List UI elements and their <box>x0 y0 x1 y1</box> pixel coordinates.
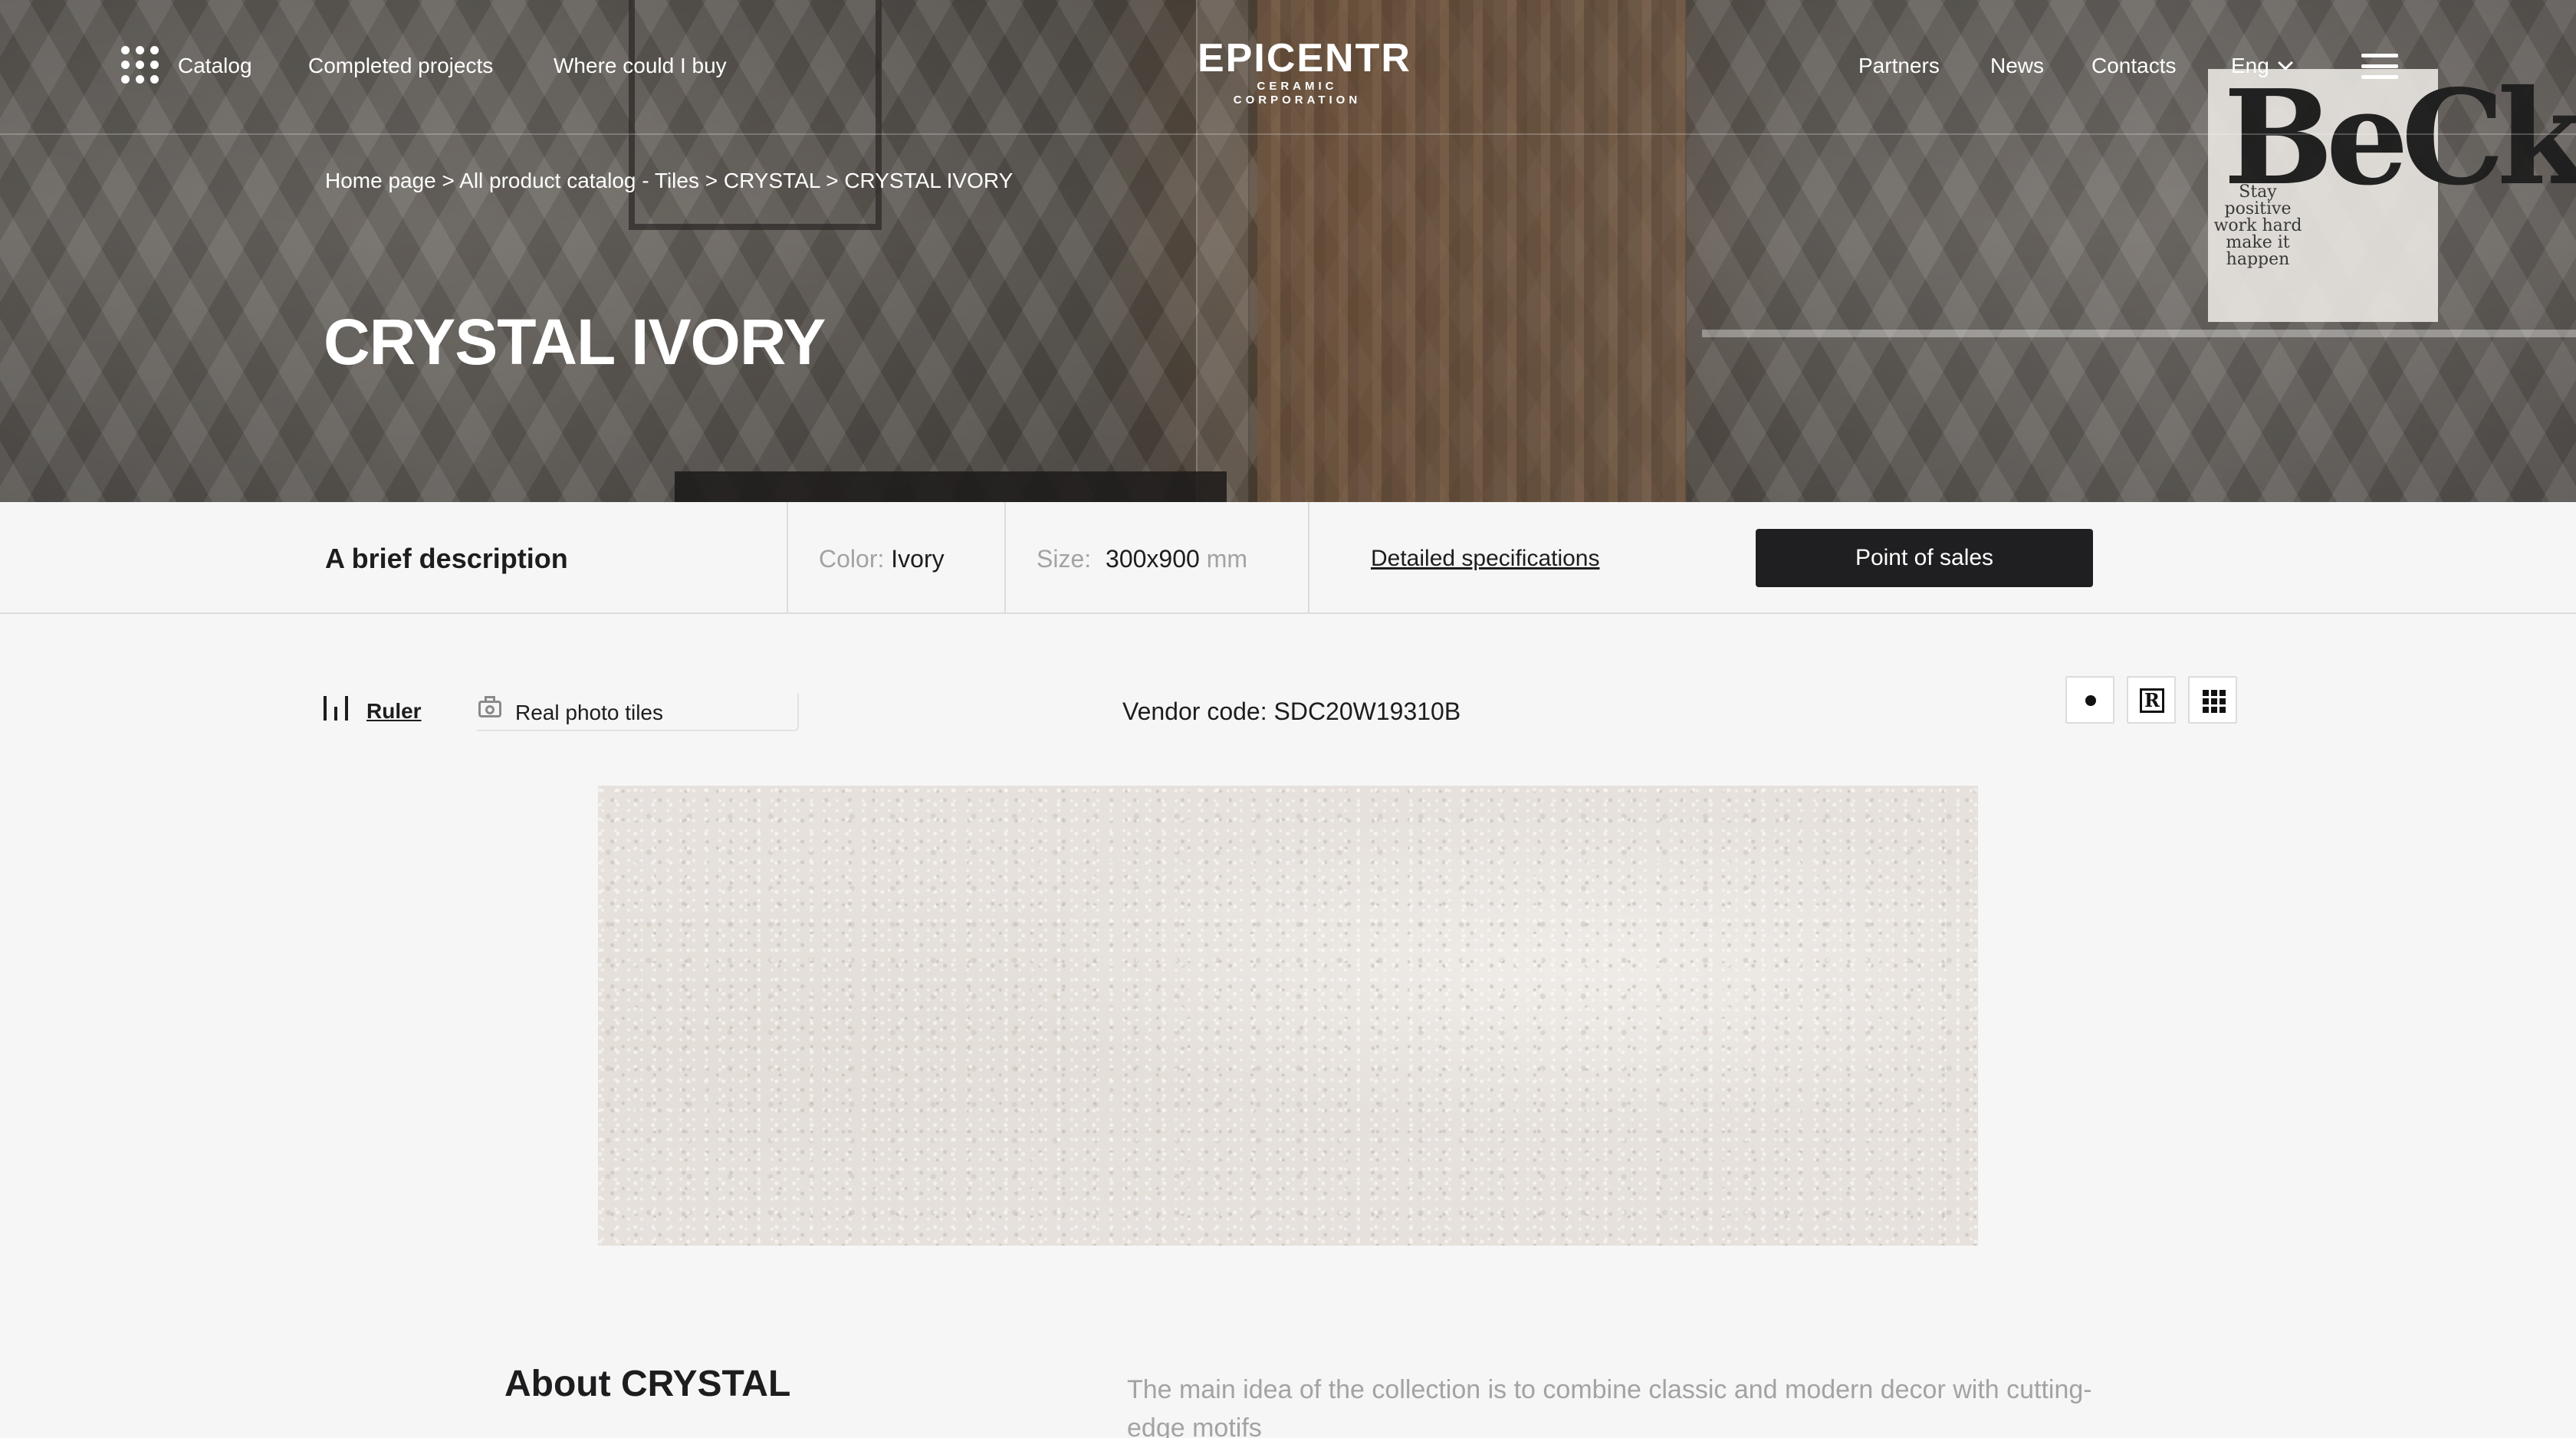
view-single-button[interactable] <box>2065 676 2114 724</box>
info-divider <box>787 502 788 614</box>
tile-image <box>598 786 1978 1246</box>
language-selector[interactable]: Eng <box>2231 51 2293 81</box>
point-of-sales-button[interactable]: Point of sales <box>1756 529 2093 587</box>
hamburger-menu-icon[interactable] <box>2361 54 2398 80</box>
about-text: The main idea of the collection is to co… <box>1127 1375 2092 1438</box>
view-grid-button[interactable] <box>2188 676 2237 724</box>
breadcrumb-separator: > <box>826 169 839 192</box>
color-label: Color: <box>819 545 885 573</box>
nav-news[interactable]: News <box>1990 51 2044 81</box>
ruler-label: Ruler <box>366 699 422 723</box>
info-bar: A brief description Color: Ivory Size: 3… <box>0 502 2576 614</box>
real-photo-label: Real photo tiles <box>515 701 664 724</box>
header-divider <box>0 133 2576 135</box>
r-box-icon: R <box>2140 688 2164 713</box>
size-unit: mm <box>1206 545 1248 573</box>
camera-icon <box>478 696 501 719</box>
hero-poster-letters: BeCk <box>2223 61 2576 215</box>
language-label: Eng <box>2231 54 2269 77</box>
chevron-down-icon <box>2277 55 2293 71</box>
breadcrumb-current: CRYSTAL IVORY <box>844 169 1014 192</box>
info-divider <box>1308 502 1309 614</box>
grid-icon <box>2203 690 2226 713</box>
single-dot-icon <box>2085 695 2096 706</box>
detailed-specifications-link[interactable]: Detailed specifications <box>1371 543 1600 574</box>
hero-poster: BeCk Stay positive work hard make it hap… <box>2208 69 2576 322</box>
breadcrumb-catalog[interactable]: All product catalog - Tiles <box>459 169 699 192</box>
view-render-button[interactable]: R <box>2127 676 2176 724</box>
nav-where-to-buy[interactable]: Where could I buy <box>554 51 727 81</box>
breadcrumb-separator: > <box>705 169 718 192</box>
nav-catalog[interactable]: Catalog <box>178 51 252 81</box>
nav-partners[interactable]: Partners <box>1858 51 1940 81</box>
color-field: Color: Ivory <box>819 542 945 576</box>
hero-shelf <box>1702 330 2576 337</box>
hero-mirror <box>629 0 882 230</box>
about-title: About CRYSTAL <box>504 1364 791 1404</box>
color-value: Ivory <box>891 545 945 573</box>
logo-tagline: CERAMIC CORPORATION <box>1233 80 1362 107</box>
real-photo-tab[interactable]: Real photo tiles <box>477 693 799 731</box>
logo-wordmark: EPICENTR <box>1198 36 1411 80</box>
ruler-icon <box>324 696 351 721</box>
brief-description-tab[interactable]: A brief description <box>325 542 568 576</box>
grid-dots-icon[interactable] <box>121 46 159 84</box>
vendor-code: Vendor code: SDC20W19310B <box>1122 698 1461 725</box>
size-value: 300x900 <box>1106 545 1200 573</box>
breadcrumb-home[interactable]: Home page <box>325 169 436 192</box>
breadcrumb-separator: > <box>442 169 455 192</box>
page-title: CRYSTAL IVORY <box>324 306 826 378</box>
breadcrumb-collection[interactable]: CRYSTAL <box>724 169 820 192</box>
nav-contacts[interactable]: Contacts <box>2091 51 2177 81</box>
info-divider <box>1004 502 1006 614</box>
size-label: Size: <box>1037 545 1092 573</box>
size-field: Size: 300x900 mm <box>1037 542 1247 576</box>
hero-sink <box>675 471 1227 502</box>
logo[interactable]: EPICENTR CERAMIC CORPORATION <box>1198 36 1411 107</box>
nav-completed-projects[interactable]: Completed projects <box>308 51 493 81</box>
breadcrumb: Home page > All product catalog - Tiles … <box>325 167 1013 195</box>
hero-poster-text: Stay positive work hard make it happen <box>2213 182 2302 269</box>
